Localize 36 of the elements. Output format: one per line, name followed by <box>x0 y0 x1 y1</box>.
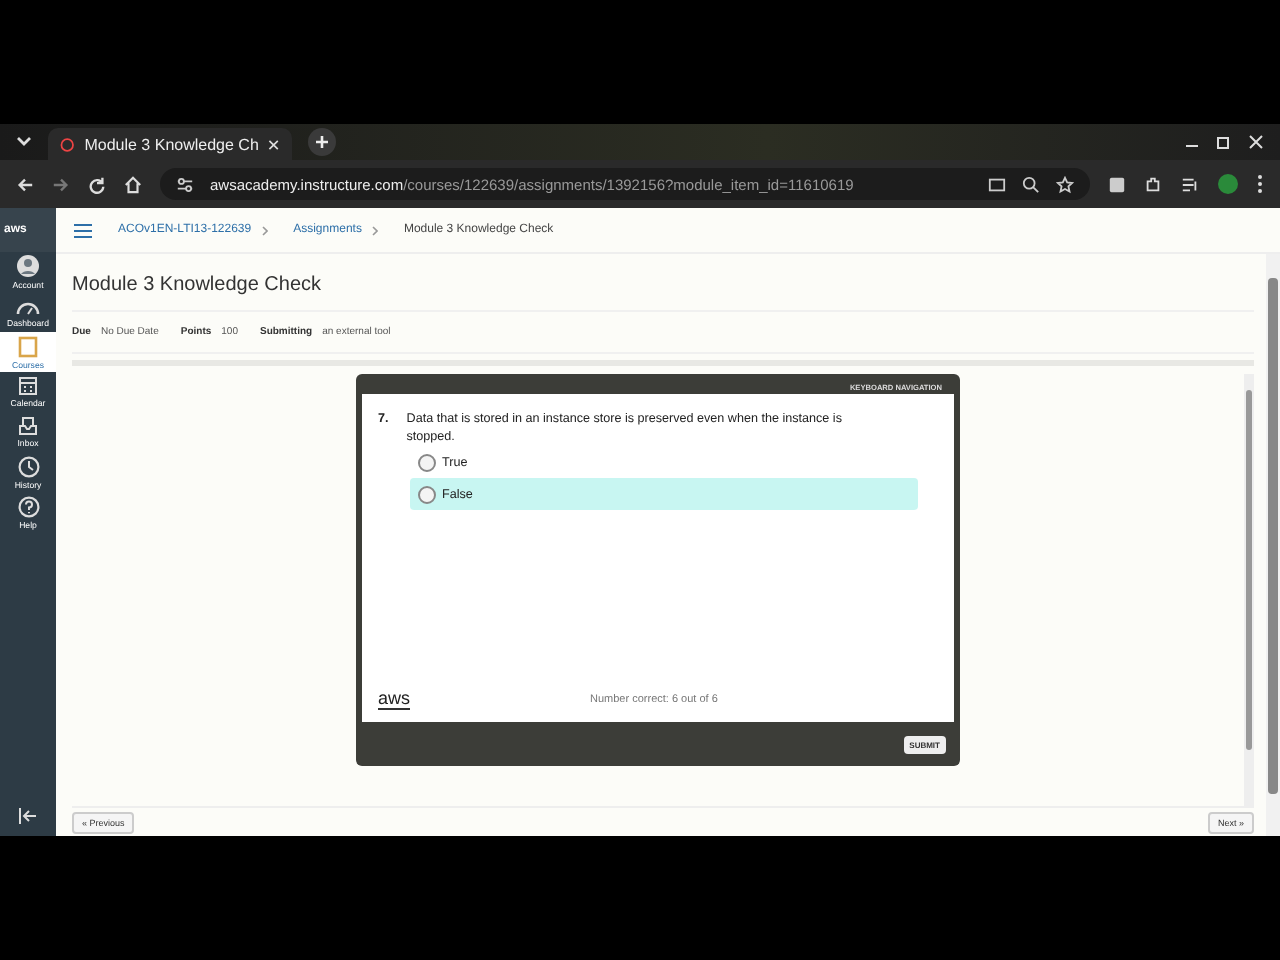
home-icon[interactable] <box>124 175 142 193</box>
site-settings-icon <box>176 175 194 193</box>
help-icon <box>17 495 39 517</box>
extension-icon[interactable] <box>1108 175 1126 193</box>
forward-arrow-icon[interactable] <box>52 175 70 193</box>
chevron-right-icon <box>261 225 268 235</box>
clock-icon <box>17 455 39 477</box>
gauge-icon <box>16 297 40 315</box>
scrollbar[interactable] <box>1244 374 1254 806</box>
scrollbar[interactable] <box>1266 254 1280 836</box>
close-icon[interactable] <box>1248 134 1264 150</box>
inbox-tray-icon <box>18 416 38 436</box>
user-icon <box>16 254 40 278</box>
calendar-icon <box>18 376 38 396</box>
page-title: Module 3 Knowledge Check <box>72 274 324 300</box>
install-app-icon[interactable] <box>988 175 1006 193</box>
loading-icon <box>60 135 75 153</box>
menu-icon[interactable] <box>74 223 92 237</box>
zoom-icon[interactable] <box>1022 175 1040 193</box>
media-icon[interactable] <box>1180 175 1200 193</box>
chevron-right-icon <box>371 225 378 235</box>
star-icon[interactable] <box>1056 175 1074 193</box>
aws-logo: aws <box>378 688 411 710</box>
menu-icon[interactable] <box>1256 174 1264 194</box>
tab-title: Module 3 Knowledge Ch <box>84 135 259 153</box>
back-arrow-icon[interactable] <box>16 175 34 193</box>
restore-icon[interactable] <box>1216 134 1232 150</box>
book-icon <box>18 335 38 357</box>
plus-icon[interactable] <box>308 128 336 156</box>
chevron-down-icon[interactable] <box>16 136 32 148</box>
collapse-icon[interactable] <box>18 808 38 824</box>
reload-icon[interactable] <box>88 175 106 193</box>
browser-tab[interactable]: Module 3 Knowledge Ch <box>48 128 292 160</box>
close-icon[interactable] <box>268 137 280 151</box>
profile-avatar-icon[interactable] <box>1218 174 1238 194</box>
puzzle-icon[interactable] <box>1144 175 1162 193</box>
